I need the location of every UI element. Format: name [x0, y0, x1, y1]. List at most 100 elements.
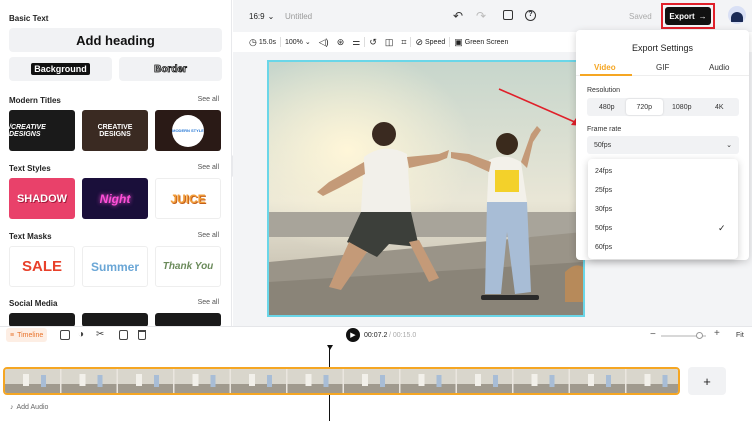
tab-video[interactable]: Video: [594, 63, 616, 72]
modern-titles-see-all[interactable]: See all: [198, 96, 219, 103]
chevron-down-icon: ⌄: [304, 39, 311, 46]
checkmark-icon: ✓: [718, 223, 726, 233]
project-name[interactable]: Untitled: [285, 12, 312, 21]
resolution-label: Resolution: [587, 87, 621, 94]
scissors-icon[interactable]: ✂: [96, 329, 104, 340]
clip-thumbnail-ground: [231, 384, 286, 393]
clip-thumbnail-figure: [418, 374, 425, 386]
green-screen-label: Green Screen: [464, 38, 509, 46]
add-audio-label: Add Audio: [16, 404, 49, 411]
social-media-see-all[interactable]: See all: [198, 299, 219, 306]
frame-rate-select[interactable]: 50fps ⌄: [587, 136, 739, 154]
zoom-select[interactable]: 100% ⌄: [281, 33, 315, 51]
frame-rate-option[interactable]: 24fps: [595, 168, 612, 175]
tab-gif[interactable]: GIF: [656, 63, 669, 72]
text-mask-tile[interactable]: Thank You: [155, 246, 221, 287]
flip-icon[interactable]: ◫: [381, 33, 398, 51]
text-style-tile[interactable]: Night: [82, 178, 148, 219]
text-mask-tile[interactable]: Summer: [82, 246, 148, 287]
text-mask-tile[interactable]: SALE: [9, 246, 75, 287]
social-media-tile[interactable]: [155, 313, 221, 327]
clip-thumbnail-figure: [362, 374, 368, 386]
adjust-icon[interactable]: ⚌: [348, 33, 364, 51]
video-clip[interactable]: [3, 367, 680, 395]
text-style-tile[interactable]: SHADOW: [9, 178, 75, 219]
background-text-button[interactable]: Background: [9, 57, 112, 81]
color-filter-icon[interactable]: ⊛: [333, 33, 349, 51]
clip-thumbnail-ground: [174, 384, 230, 393]
zoom-in-icon[interactable]: +: [714, 328, 720, 339]
clip-thumbnail-figure: [644, 374, 651, 386]
redo-icon[interactable]: ↷: [476, 9, 486, 23]
timeline-toggle[interactable]: ≡ Timeline: [6, 328, 48, 342]
clip-thumbnail-figure: [154, 375, 159, 387]
fit-button[interactable]: Fit: [736, 332, 744, 339]
text-styles-see-all[interactable]: See all: [198, 164, 219, 171]
modern-title-tile[interactable]: /CREATIVE DESIGNS: [9, 110, 75, 151]
tab-audio[interactable]: Audio: [709, 63, 729, 72]
clip-thumbnail-figure: [210, 375, 216, 387]
text-masks-see-all[interactable]: See all: [198, 232, 219, 239]
speed-button[interactable]: ⊘ Speed: [411, 33, 449, 51]
trash-icon[interactable]: [138, 330, 146, 340]
modern-title-tile[interactable]: MODERN STYLE: [155, 110, 221, 151]
clip-thumbnail-figure: [531, 374, 538, 386]
clip-thumbnail-ground: [287, 384, 343, 393]
social-media-tile[interactable]: [9, 313, 75, 327]
duplicate-icon[interactable]: [119, 330, 128, 340]
chevron-down-icon: ⌄: [267, 12, 275, 21]
zoom-out-icon[interactable]: −: [650, 329, 656, 340]
clip-thumbnail-ground: [513, 384, 569, 393]
add-audio-button[interactable]: ♪ Add Audio: [10, 404, 48, 411]
export-settings-title: Export Settings: [631, 43, 694, 53]
music-icon: ♪: [10, 404, 14, 411]
resolution-1080p[interactable]: 1080p: [663, 99, 701, 115]
split-icon[interactable]: ◑: [78, 329, 84, 340]
modern-title-tile[interactable]: CREATIVE DESIGNS: [82, 110, 148, 151]
avatar[interactable]: [728, 6, 746, 24]
clip-thumbnail-ground: [5, 384, 60, 393]
frame-rate-option[interactable]: 25fps: [595, 187, 612, 194]
frame-rate-option[interactable]: 30fps: [595, 206, 612, 213]
resolution-720p[interactable]: 720p: [625, 99, 663, 115]
frame-rate-option[interactable]: 50fps: [595, 225, 612, 232]
undo-icon[interactable]: ↶: [453, 9, 463, 23]
crop-icon[interactable]: ⌗: [397, 33, 410, 51]
arrow-right-icon: →: [698, 11, 707, 21]
modern-style-badge: MODERN STYLE: [172, 114, 204, 147]
clip-thumbnail-ground: [118, 384, 173, 393]
frame-rate-value: 50fps: [594, 141, 612, 149]
help-icon[interactable]: ?: [525, 10, 536, 21]
export-label: Export: [669, 11, 695, 21]
clip-thumbnail-ground: [457, 384, 512, 393]
add-clip-icon[interactable]: [60, 330, 70, 340]
export-button[interactable]: Export →: [665, 7, 711, 25]
frame-rate-option[interactable]: 60fps: [595, 244, 612, 251]
clip-thumbnail-figure: [136, 374, 142, 386]
editor-toolbar: ◷ 15.0s 100% ⌄ ◁) ⊛ ⚌ ↺ ◫ ⌗ ⊘ Speed ▣ Gr…: [245, 33, 585, 51]
clip-thumbnail-figure: [662, 375, 668, 387]
top-bar: 16:9 ⌄ Untitled ↶ ↷ ? Saved Export →: [233, 0, 752, 32]
resolution-4k[interactable]: 4K: [701, 99, 739, 115]
resolution-480p[interactable]: 480p: [588, 99, 626, 115]
clip-thumbnail-figure: [41, 375, 46, 387]
basic-text-title: Basic Text: [9, 14, 49, 23]
duration-control[interactable]: ◷ 15.0s: [245, 33, 280, 51]
clip-thumbnail-figure: [23, 374, 29, 386]
rotate-icon[interactable]: ↺: [365, 33, 381, 51]
aspect-ratio-select[interactable]: 16:9 ⌄: [249, 12, 274, 21]
add-track-button[interactable]: +: [688, 367, 726, 395]
green-screen-button[interactable]: ▣ Green Screen: [450, 33, 512, 51]
social-media-tile[interactable]: [82, 313, 148, 327]
add-heading-button[interactable]: Add heading: [9, 28, 222, 52]
playhead-handle[interactable]: [327, 345, 333, 350]
clip-thumbnail-figure: [305, 374, 312, 386]
text-masks-title: Text Masks: [9, 232, 52, 241]
play-button[interactable]: ▶: [346, 328, 360, 342]
volume-icon[interactable]: ◁): [315, 33, 333, 51]
border-text-button[interactable]: Border: [119, 57, 222, 81]
text-style-tile[interactable]: JUICE: [155, 178, 221, 219]
screenshot-icon[interactable]: [503, 10, 513, 20]
speed-label: Speed: [425, 38, 446, 46]
zoom-slider-handle[interactable]: [696, 332, 703, 339]
